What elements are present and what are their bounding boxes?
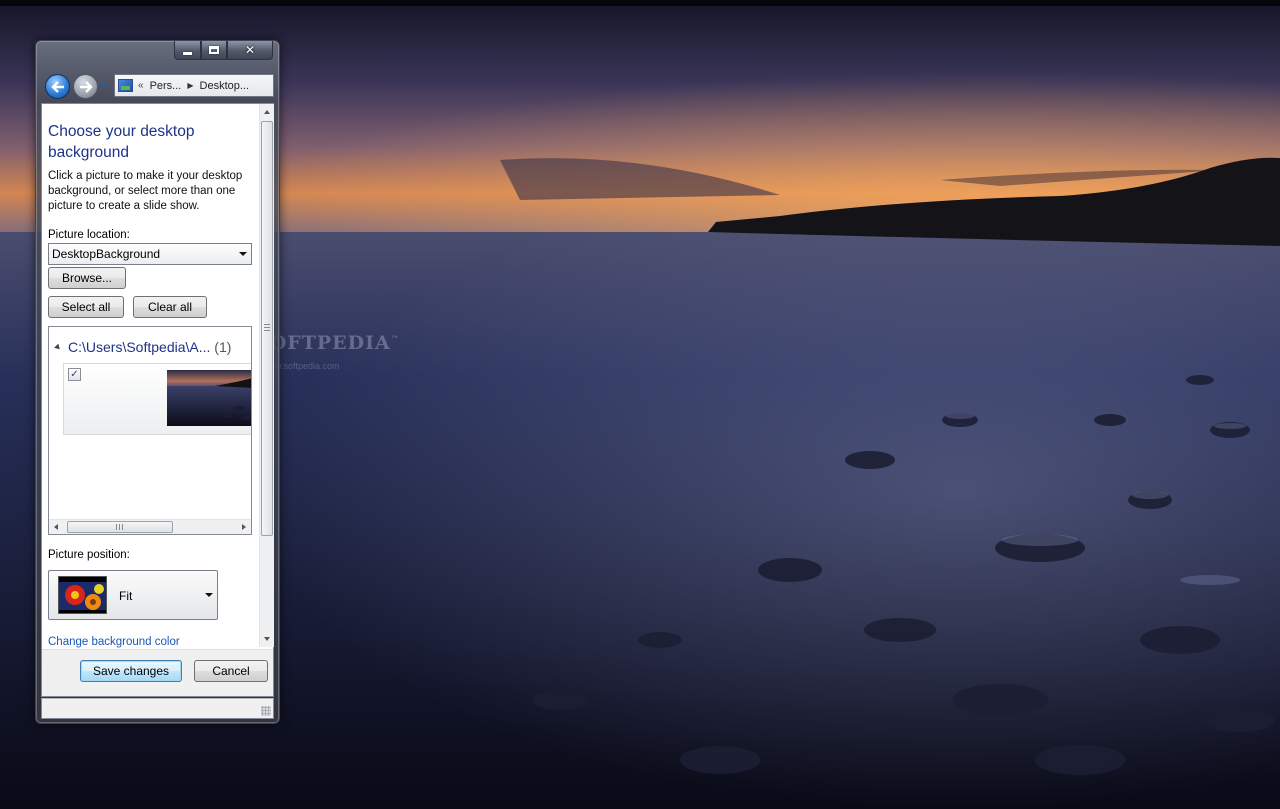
page-title: Choose your desktop background [48,123,195,161]
picture-location-value: DesktopBackground [52,247,161,261]
forward-arrow-icon [79,80,93,93]
picture-position-preview-icon [58,576,107,614]
browse-button[interactable]: Browse... [48,267,126,289]
breadcrumb-personalization[interactable]: Pers... [150,80,182,92]
scroll-up-icon[interactable] [264,110,270,114]
navigation-bar: « Pers... ▶ Desktop... [44,72,274,100]
close-button[interactable]: ✕ [227,41,273,60]
save-changes-button[interactable]: Save changes [80,660,182,682]
horizontal-scroll-thumb[interactable] [67,521,173,533]
picture-thumbnail[interactable] [167,370,251,426]
maximize-button[interactable] [201,41,227,60]
chevron-down-icon [239,252,247,256]
chevron-down-icon [205,593,213,597]
wallpaper-thumbnail-image [167,370,251,426]
picture-checkbox[interactable]: ✓ [68,368,81,381]
breadcrumb-separator-icon[interactable]: ▶ [187,81,193,90]
picture-list-horizontal-scrollbar[interactable] [49,519,251,534]
content-pane: Choose your desktop background Click a p… [42,104,258,649]
back-button[interactable] [45,74,70,99]
breadcrumb-desktop-background[interactable]: Desktop... [200,80,250,92]
personalization-window: ✕ « Pers... ▶ Desktop... Choose your des… [35,40,280,724]
picture-list[interactable]: C:\Users\Softpedia\A... (1) ✓ [48,326,252,535]
recent-pages-dropdown[interactable] [100,83,108,87]
picture-position-label: Picture position: [48,549,130,561]
control-panel-icon [118,79,133,92]
button-footer: Save changes Cancel [42,649,273,696]
change-background-color-link[interactable]: Change background color [48,636,180,648]
scroll-down-icon[interactable] [264,637,270,641]
scroll-left-icon[interactable] [54,524,58,530]
caption-buttons: ✕ [174,41,273,60]
address-bar[interactable]: « Pers... ▶ Desktop... [114,74,274,97]
scroll-grip-icon [116,524,123,530]
maximize-icon [209,46,219,54]
resize-grip-icon[interactable] [261,706,271,716]
minimize-button[interactable] [174,41,201,60]
scroll-right-icon[interactable] [242,524,246,530]
status-bar [41,698,274,719]
picture-location-label: Picture location: [48,229,130,241]
picture-group-path: C:\Users\Softpedia\A... [68,339,211,355]
page-description: Click a picture to make it your desktop … [48,170,243,212]
close-icon: ✕ [244,43,256,57]
client-area: Choose your desktop background Click a p… [41,103,274,697]
picture-location-select[interactable]: DesktopBackground [48,243,252,265]
picture-group-count: (1) [214,339,232,355]
picture-position-value: Fit [119,589,133,603]
back-arrow-icon [50,80,64,93]
forward-button[interactable] [73,74,98,99]
address-overflow-chevron[interactable]: « [138,80,144,91]
content-vertical-scrollbar[interactable] [259,104,274,647]
select-all-button[interactable]: Select all [48,296,124,318]
vertical-scroll-thumb[interactable] [261,121,273,536]
scroll-grip-icon [264,324,270,331]
picture-position-select[interactable]: Fit [48,570,218,620]
cancel-button[interactable]: Cancel [194,660,268,682]
clear-all-button[interactable]: Clear all [133,296,207,318]
picture-tile[interactable]: ✓ [63,363,251,435]
collapse-arrow-icon[interactable] [54,343,62,352]
picture-group-header[interactable]: C:\Users\Softpedia\A... (1) [54,339,232,355]
flower-preview-image [59,577,106,613]
minimize-icon [183,51,192,55]
